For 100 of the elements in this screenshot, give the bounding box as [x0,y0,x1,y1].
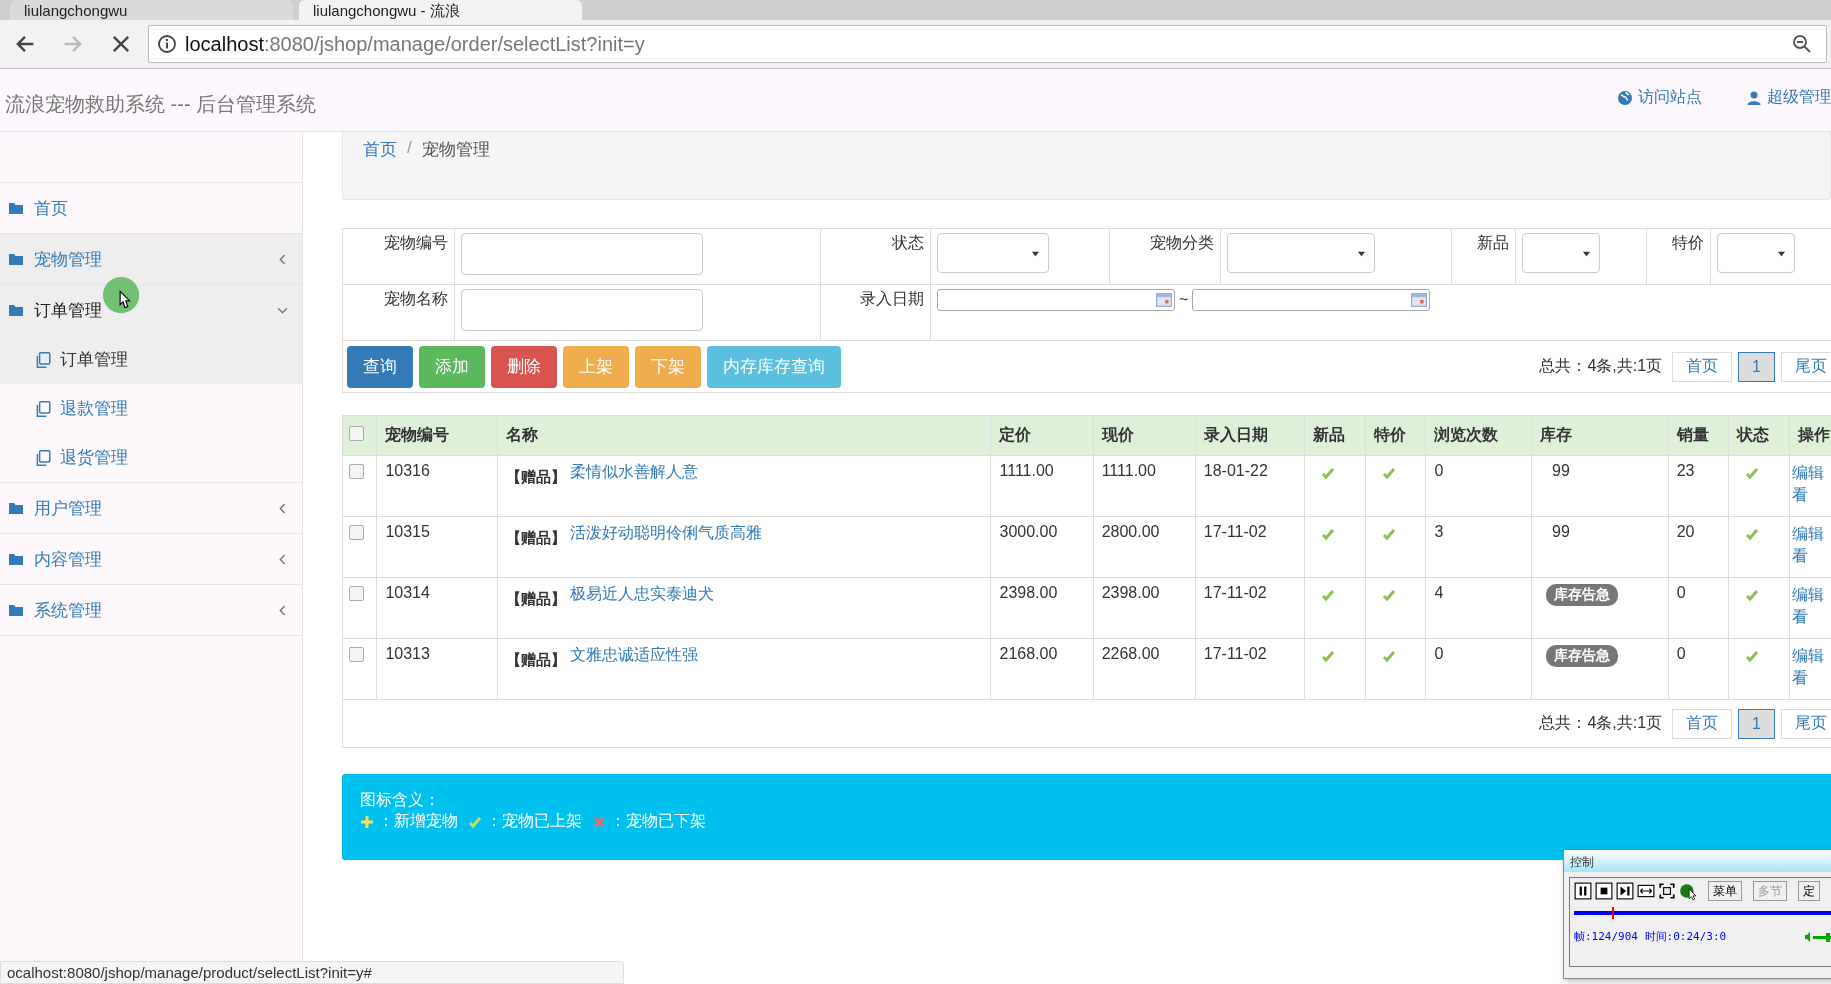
table-cell: 2800.00 [1101,523,1160,540]
page-button[interactable]: 1 [1738,708,1775,739]
table-cell: 0 [1434,645,1444,662]
field-label: 宠物编号 [384,234,448,251]
select-dropdown[interactable] [936,233,1049,273]
page-button[interactable]: 首页 [1672,351,1733,382]
select-dropdown[interactable] [1522,233,1601,273]
next-frame-icon[interactable] [1616,882,1634,900]
action-link[interactable]: 编辑 [1792,523,1831,545]
pause-icon[interactable] [1574,882,1592,900]
field-label: 新品 [1477,234,1510,251]
zoom-out-icon[interactable] [1792,34,1812,54]
globe-icon [1617,89,1633,106]
pet-name-link[interactable]: 柔情似水善解人意 [569,463,698,480]
folder-icon [8,551,24,567]
recorder-button[interactable]: 菜单 [1708,881,1742,901]
gift-tag: 【赠品】 [505,529,566,548]
header-link[interactable]: 超级管理 [1746,87,1831,108]
browser-tab[interactable]: liulangchongwu [10,0,293,20]
select-dropdown[interactable] [1717,233,1796,273]
checkbox[interactable] [349,525,364,540]
column-header: 操作 [1798,426,1831,443]
date-input[interactable] [1192,289,1431,311]
column-header: 名称 [505,426,538,443]
address-bar[interactable]: localhost:8080/jshop/manage/order/selectList?init=y [148,25,1827,63]
legend-text: ：新增宠物 [378,811,458,831]
legend-text: ：宠物已上架 [486,811,582,831]
pagination-summary: 总共：4条,共:1页 [1539,356,1663,376]
text-input[interactable] [461,289,703,331]
chevron-left-icon [277,553,288,565]
status-url: ocalhost:8080/jshop/manage/product/selectList?init=y# [0,961,624,984]
check-icon [468,814,482,829]
submenu-item[interactable]: 订单管理 [0,335,302,384]
action-link[interactable]: 编辑 [1792,584,1831,606]
table-cell: 1111.00 [999,462,1054,479]
action-button[interactable]: 添加 [419,345,485,388]
action-link[interactable]: 看 [1792,667,1831,689]
table-cell: 17-11-02 [1203,645,1267,662]
timeline-marker[interactable] [1611,907,1614,919]
column-header: 状态 [1737,426,1770,443]
fit-window-icon[interactable] [1637,882,1655,900]
table-cell: 0 [1676,584,1686,601]
table-cell: 10316 [385,462,430,479]
cursor-icon[interactable] [1679,882,1697,900]
copy-icon [34,350,52,369]
stop-icon[interactable] [1595,882,1613,900]
page-button[interactable]: 尾页 [1781,351,1831,382]
page-button[interactable]: 首页 [1672,708,1733,739]
pet-name-link[interactable]: 活泼好动聪明伶俐气质高雅 [569,524,762,541]
sidebar-item[interactable]: 宠物管理 [0,234,302,285]
table-cell: 17-11-02 [1203,584,1267,601]
page-button[interactable]: 1 [1738,351,1775,382]
table-cell: 10314 [385,584,430,601]
action-link[interactable]: 看 [1792,606,1831,628]
app-title: 流浪宠物救助系统 --- 后台管理系统 [4,91,317,117]
action-link[interactable]: 编辑 [1792,645,1831,667]
calendar-icon [1411,293,1428,307]
action-link[interactable]: 编辑 [1792,462,1831,484]
gift-tag: 【赠品】 [505,468,566,487]
chevron-left-icon [277,253,288,265]
action-button[interactable]: 删除 [491,345,557,388]
select-dropdown[interactable] [1226,233,1375,273]
submenu-item[interactable]: 退货管理 [0,433,302,482]
sidebar-item[interactable]: 用户管理 [0,483,302,534]
folder-icon [8,200,24,216]
submenu-item[interactable]: 退款管理 [0,384,302,433]
breadcrumb-link[interactable]: 首页 [363,138,397,161]
sidebar-item[interactable]: 系统管理 [0,585,302,636]
action-button[interactable]: 查询 [347,345,413,388]
stock-alert-badge: 库存告急 [1546,645,1619,667]
sidebar-item[interactable]: 内容管理 [0,534,302,585]
table-cell: 1111.00 [1101,462,1156,479]
checkbox[interactable] [349,426,364,441]
column-header: 特价 [1373,426,1406,443]
page-button[interactable]: 尾页 [1781,708,1831,739]
field-label: 录入日期 [859,290,924,307]
header-link[interactable]: 访问站点 [1617,87,1702,108]
checkbox[interactable] [349,647,364,662]
action-link[interactable]: 看 [1792,484,1831,506]
checkbox[interactable] [349,464,364,479]
date-input[interactable] [936,289,1175,311]
table-cell: 2268.00 [1101,645,1160,662]
recorder-button[interactable]: 定 [1798,881,1820,901]
pet-name-link[interactable]: 文雅忠诚适应性强 [569,646,698,663]
chevron-left-icon [277,502,288,514]
copy-icon [34,399,52,418]
table-cell: 0 [1434,462,1444,479]
text-input[interactable] [461,233,703,275]
browser-tab[interactable]: liulangchongwu - 流浪 [299,0,582,20]
pet-name-link[interactable]: 极易近人忠实泰迪犬 [569,585,714,602]
fullscreen-icon[interactable] [1658,882,1676,900]
sidebar-item[interactable]: 订单管理 [0,285,302,335]
frame-time-readout: 帧:124/904 时间:0:24/3:0 [1574,929,1727,944]
table-cell: 3 [1434,523,1444,540]
checkbox[interactable] [349,586,364,601]
field-label: 宠物分类 [1149,234,1214,251]
action-link[interactable]: 看 [1792,545,1831,567]
info-icon[interactable] [157,34,177,54]
volume-slider-icon [1804,930,1831,943]
table-cell: 0 [1676,645,1686,662]
